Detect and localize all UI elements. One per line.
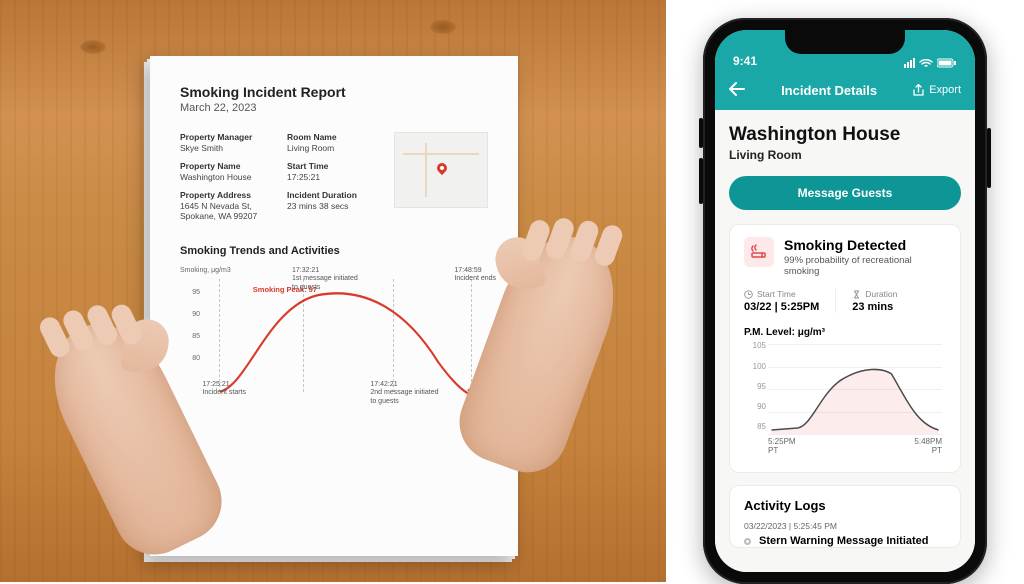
event-caption: 17:42:212nd message initiated to guests xyxy=(370,381,440,406)
field-label: Property Manager xyxy=(180,132,269,142)
map-pin-icon xyxy=(435,161,449,175)
y-axis-label: Smoking, μg/m3 xyxy=(180,267,231,274)
wood-grain xyxy=(80,40,106,54)
timeline-dot-icon xyxy=(744,538,751,545)
y-tick: 95 xyxy=(180,289,200,296)
back-button[interactable] xyxy=(729,81,745,99)
report-date: March 22, 2023 xyxy=(180,102,488,114)
field-value: 17:25:21 xyxy=(287,172,376,182)
field-value: Living Room xyxy=(287,143,376,153)
event-caption: 17:32:211st message initiated to guests xyxy=(292,267,362,292)
detection-subtitle: 99% probability of recreational smoking xyxy=(784,255,946,277)
signal-icon xyxy=(904,58,915,68)
pm-level-chart: 105 100 95 90 85 xyxy=(744,344,946,456)
y-tick: 105 xyxy=(744,341,766,350)
duration-value: 23 mins xyxy=(852,301,897,313)
y-tick: 90 xyxy=(744,402,766,411)
share-icon xyxy=(913,84,924,96)
field-label: Property Address xyxy=(180,190,269,200)
wifi-icon xyxy=(919,58,933,68)
smoking-trend-chart: Smoking, μg/m3 95 90 85 80 Smoking Peak:… xyxy=(180,267,488,417)
y-tick: 85 xyxy=(744,422,766,431)
phone-screen: 9:41 Incident Details Export Washin xyxy=(715,30,975,572)
clock-icon xyxy=(744,290,753,299)
hourglass-icon xyxy=(852,290,861,299)
field-value: 1645 N Nevada St, Spokane, WA 99207 xyxy=(180,201,269,221)
room-name: Living Room xyxy=(729,148,961,162)
pm-line xyxy=(768,344,942,434)
activity-logs-card: Activity Logs 03/22/2023 | 5:25:45 PM St… xyxy=(729,485,961,548)
start-time-value: 03/22 | 5:25PM xyxy=(744,301,819,313)
y-tick: 95 xyxy=(744,382,766,391)
page-title: Incident Details xyxy=(781,83,877,98)
field-value: 23 mins 38 secs xyxy=(287,201,376,211)
chart-heading: Smoking Trends and Activities xyxy=(180,245,488,257)
app-header: Incident Details Export xyxy=(715,70,975,110)
log-time: 03/22/2023 | 5:25:45 PM xyxy=(744,521,946,531)
field-label: Room Name xyxy=(287,132,376,142)
field-value: Washington House xyxy=(180,172,269,182)
meta-label: Start Time xyxy=(757,289,796,299)
meta-label: Duration xyxy=(865,289,897,299)
field-value: Skye Smith xyxy=(180,143,269,153)
event-caption: 17:25:21Incident starts xyxy=(202,381,272,398)
wood-grain xyxy=(430,20,456,34)
detection-card: Smoking Detected 99% probability of recr… xyxy=(729,224,961,473)
export-label: Export xyxy=(929,84,961,96)
field-label: Property Name xyxy=(180,161,269,171)
y-tick: 90 xyxy=(180,311,200,318)
x-label-start: 5:25PMPT xyxy=(768,438,796,456)
smoking-icon xyxy=(744,237,774,267)
field-label: Incident Duration xyxy=(287,190,376,200)
y-tick: 85 xyxy=(180,333,200,340)
desk-scene: Smoking Incident Report March 22, 2023 P… xyxy=(0,0,666,582)
status-icons xyxy=(904,58,957,68)
report-title: Smoking Incident Report xyxy=(180,84,488,100)
log-entry: Stern Warning Message Initiated xyxy=(744,535,946,547)
status-time: 9:41 xyxy=(733,54,757,68)
property-name: Washington House xyxy=(729,124,961,146)
field-label: Start Time xyxy=(287,161,376,171)
message-guests-button[interactable]: Message Guests xyxy=(729,176,961,210)
detection-title: Smoking Detected xyxy=(784,237,946,253)
logs-title: Activity Logs xyxy=(744,498,946,513)
app-body[interactable]: Washington House Living Room Message Gue… xyxy=(715,110,975,572)
phone-notch xyxy=(785,30,905,54)
phone-frame: 9:41 Incident Details Export Washin xyxy=(703,18,987,584)
y-tick: 100 xyxy=(744,362,766,371)
report-details: Property Manager Skye Smith Property Nam… xyxy=(180,132,488,221)
phone-mockup-panel: 9:41 Incident Details Export Washin xyxy=(666,0,1024,582)
export-button[interactable]: Export xyxy=(913,84,961,96)
pm-level-label: P.M. Level: μg/m³ xyxy=(744,327,946,338)
y-tick: 80 xyxy=(180,355,200,362)
map-thumbnail xyxy=(394,132,488,208)
x-label-end: 5:48PMPT xyxy=(914,438,942,456)
log-text: Stern Warning Message Initiated xyxy=(759,535,929,547)
battery-icon xyxy=(937,58,957,68)
